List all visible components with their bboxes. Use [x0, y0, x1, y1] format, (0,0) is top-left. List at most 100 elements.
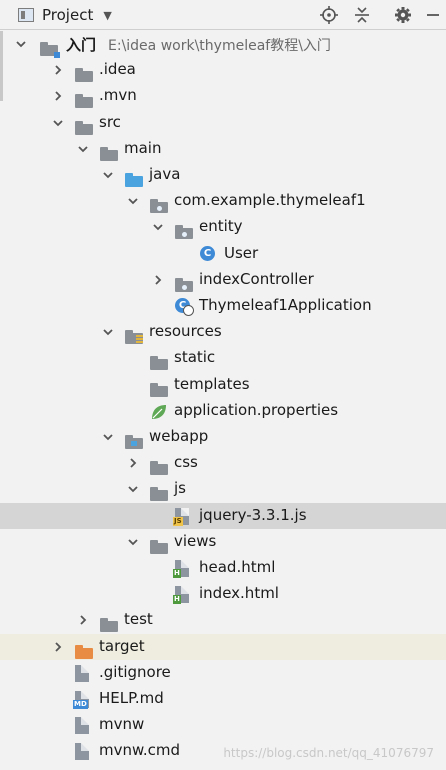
tree-row[interactable]: src	[0, 110, 446, 136]
chevron-down-icon[interactable]	[76, 142, 90, 156]
tree-row[interactable]: .mvn	[0, 83, 446, 109]
chevron-right-icon[interactable]	[51, 63, 65, 77]
tree-item-label: .mvn	[99, 86, 137, 105]
spring-boot-class-icon: C	[175, 298, 194, 316]
folder-icon-body	[75, 71, 93, 83]
tree-item-label: User	[224, 243, 259, 262]
tree-item-label: mvnw	[99, 715, 145, 734]
chevron-down-icon[interactable]	[126, 194, 140, 208]
tree-row[interactable]: mvnw	[0, 712, 446, 738]
tree-row[interactable]: JS jquery-3.3.1.js	[0, 502, 446, 529]
chevron-right-icon[interactable]	[126, 456, 140, 470]
chevron-right-icon[interactable]	[51, 640, 65, 654]
chevron-down-icon[interactable]	[151, 220, 165, 234]
folder-icon-body	[150, 385, 168, 397]
tree-item-label: HELP.md	[99, 689, 164, 707]
tree-row[interactable]: C Thymeleaf1Application	[0, 293, 446, 319]
minimize-icon[interactable]	[422, 4, 444, 26]
tree-row[interactable]: static	[0, 345, 446, 371]
watermark: https://blog.csdn.net/qq_41076797	[223, 746, 434, 760]
tree-item-label: main	[124, 138, 162, 157]
tree-item-label: mvnw.cmd	[99, 741, 181, 760]
project-view-selector[interactable]: Project ▼	[18, 6, 112, 24]
tree-item-label: static	[174, 348, 216, 367]
tree-row[interactable]: MD HELP.md	[0, 686, 446, 712]
js-file-icon-badge: JS	[173, 516, 183, 526]
folder-icon-body	[75, 97, 93, 109]
html-file-icon-badge: H	[173, 569, 181, 578]
tree-item-label: templates	[174, 374, 250, 393]
text-file-icon	[75, 743, 89, 761]
markdown-file-icon: MD	[73, 691, 89, 709]
project-title: Project	[42, 6, 94, 24]
tree-row[interactable]: Hindex.html	[0, 581, 446, 607]
tree-item-label: java	[149, 165, 181, 183]
folder-icon	[75, 94, 93, 109]
tree-row[interactable]: webapp	[0, 424, 446, 450]
tree-row[interactable]: Hhead.html	[0, 555, 446, 581]
spring-leaf-icon	[150, 403, 168, 419]
tree-item-label: com.example.thymeleaf1	[174, 191, 366, 210]
tree-item-label: webapp	[149, 427, 209, 445]
package-dot	[182, 284, 187, 290]
tree-row[interactable]: C User	[0, 241, 446, 267]
tree-row[interactable]: entity	[0, 214, 446, 240]
tree-row[interactable]: com.example.thymeleaf1	[0, 188, 446, 214]
tree-row[interactable]: views	[0, 529, 446, 555]
folder-icon-body	[150, 490, 168, 502]
folder-icon	[100, 146, 118, 161]
chevron-right-icon[interactable]	[151, 273, 165, 287]
project-icon	[18, 8, 34, 22]
tree-row[interactable]: resources	[0, 319, 446, 345]
tree-row[interactable]: java	[0, 162, 446, 188]
tree-row[interactable]: target	[0, 633, 446, 660]
class-icon: C	[200, 245, 215, 261]
gear-icon[interactable]	[392, 4, 414, 26]
html-file-icon: H	[173, 586, 189, 605]
crosshair-icon[interactable]	[318, 4, 340, 26]
tree-row[interactable]: application.properties	[0, 398, 446, 424]
folder-icon-body	[100, 621, 118, 633]
resources-marker	[136, 335, 143, 344]
package-icon	[175, 277, 193, 292]
module-folder-icon	[40, 42, 60, 58]
tree-row[interactable]: css	[0, 450, 446, 476]
spring-marker	[183, 305, 194, 316]
tree-row[interactable]: test	[0, 607, 446, 633]
web-folder-icon	[125, 435, 143, 449]
tree-item-label: js	[174, 479, 186, 498]
chevron-right-icon[interactable]	[51, 89, 65, 103]
tree-item-label: indexController	[199, 269, 314, 288]
chevron-down-icon[interactable]	[126, 482, 140, 496]
tree-item-label: index.html	[199, 584, 279, 603]
folder-icon-body	[150, 542, 168, 554]
chevron-down-icon[interactable]	[51, 116, 65, 130]
tree-item-label: resources	[149, 322, 222, 341]
chevron-down-icon[interactable]	[126, 535, 140, 549]
tree-row[interactable]: .gitignore	[0, 660, 446, 686]
chevron-right-icon[interactable]	[76, 613, 90, 627]
tree-row[interactable]: main	[0, 136, 446, 162]
chevron-down-icon[interactable]	[101, 168, 115, 182]
tree-row[interactable]: js	[0, 476, 446, 502]
tree-row[interactable]: templates	[0, 372, 446, 398]
tree-item-label: entity	[199, 217, 243, 236]
tree-row[interactable]: indexController	[0, 267, 446, 293]
resources-folder-icon	[125, 330, 143, 345]
tree-item-label: Thymeleaf1Application	[199, 296, 372, 314]
tree-item-label: .idea	[99, 60, 136, 79]
html-file-icon: H	[173, 560, 189, 578]
tree-item-label: css	[174, 453, 198, 472]
chevron-down-icon[interactable]	[101, 325, 115, 339]
excluded-folder-icon	[75, 644, 93, 659]
tree-row[interactable]: .idea	[0, 57, 446, 83]
chevron-down-icon[interactable]	[14, 37, 28, 51]
chevron-down-icon[interactable]	[101, 430, 115, 444]
folder-icon-body	[75, 123, 93, 135]
folder-icon	[150, 382, 168, 397]
tree-row[interactable]: 入门 E:\idea work\thymeleaf教程\入门	[0, 31, 446, 58]
tree-item-label: src	[99, 112, 121, 131]
tree-item-label: test	[124, 610, 153, 629]
folder-icon	[150, 539, 168, 554]
collapse-icon[interactable]	[351, 4, 373, 26]
